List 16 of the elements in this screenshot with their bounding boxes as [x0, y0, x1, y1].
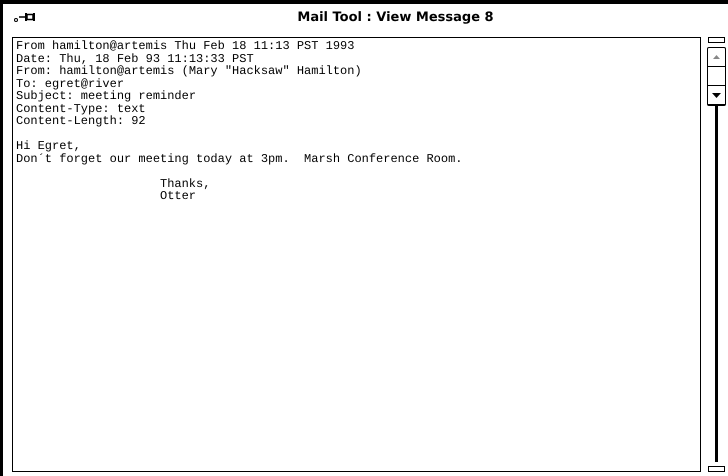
pushpin-icon[interactable] [13, 11, 37, 23]
header-line: From hamilton@artemis Thu Feb 18 11:13 PST 1993 [16, 40, 354, 52]
header-line: To: egret@river [16, 78, 124, 90]
scrollbar-top-anchor[interactable] [708, 37, 725, 43]
header-line: Subject: meeting reminder [16, 90, 196, 102]
header-line: From: hamilton@artemis (Mary "Hacksaw" Hamilton) [16, 65, 362, 78]
scrollbar-bottom-anchor[interactable] [708, 466, 725, 472]
window-title: Mail Tool : View Message 8 [297, 10, 494, 24]
message-line: Hi Egret, [16, 140, 81, 152]
header-line: Content-Length: 92 [16, 115, 146, 128]
header-line: Date: Thu, 18 Feb 93 11:13:33 PST [16, 52, 254, 65]
message-line: Don´t forget our meeting today at 3pm. Marsh Conference Room. [16, 152, 462, 165]
signature-line: Otter [160, 190, 196, 202]
header-line: Content-Type: text [16, 102, 146, 115]
signature-line: Thanks, [160, 178, 210, 190]
scrollbar-elevator[interactable] [707, 47, 726, 106]
